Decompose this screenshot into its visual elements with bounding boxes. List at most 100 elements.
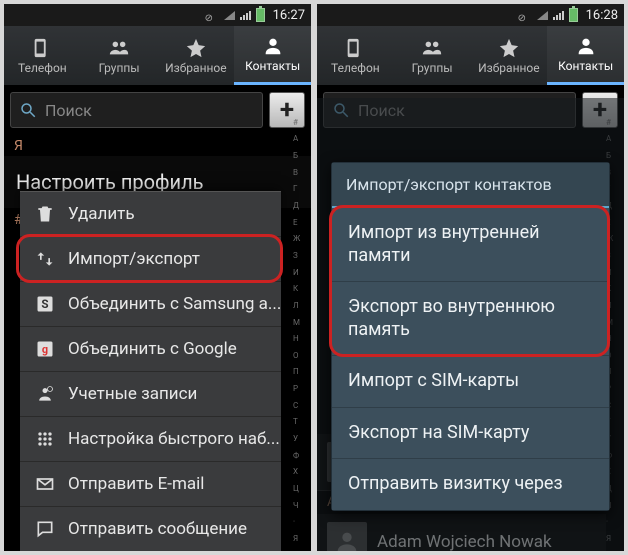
alpha-letter[interactable]: Е bbox=[293, 218, 309, 227]
context-menu: Удалить Импорт/экспорт S Объединить с Samsu… bbox=[20, 191, 281, 551]
alpha-letter[interactable]: Р bbox=[293, 384, 309, 393]
alpha-letter[interactable]: Н bbox=[293, 334, 309, 343]
alpha-letter[interactable]: З bbox=[293, 251, 309, 260]
menu-item-dialpad[interactable]: Настройка быстрого наб... bbox=[20, 417, 281, 462]
tab-favorites[interactable]: Избранное bbox=[471, 26, 548, 85]
tab-favorites[interactable]: Избранное bbox=[158, 26, 235, 85]
battery-icon bbox=[569, 8, 578, 22]
menu-item-label: Учетные записи bbox=[68, 384, 197, 404]
status-bar: 16:27 bbox=[4, 4, 311, 26]
signal-bars-icon bbox=[240, 11, 251, 20]
mail-icon bbox=[34, 473, 56, 495]
menu-item-swap[interactable]: Импорт/экспорт bbox=[20, 237, 281, 282]
status-bar: 16:28 bbox=[317, 4, 624, 26]
alpha-letter[interactable]: П bbox=[293, 367, 309, 376]
alpha-letter[interactable]: С bbox=[293, 401, 309, 410]
trash-icon bbox=[34, 203, 56, 225]
alpha-letter[interactable]: Д bbox=[293, 201, 309, 210]
tab-bar: Телефон Группы Избранное Контакты bbox=[317, 26, 624, 86]
dialog-item[interactable]: Импорт с SIM-карты bbox=[332, 356, 609, 408]
menu-item-label: Отправить E-mail bbox=[68, 474, 204, 494]
menu-item-sms[interactable]: Отправить сообщение bbox=[20, 507, 281, 551]
tab-bar: Телефон Группы Избранное Контакты bbox=[4, 26, 311, 86]
alpha-letter[interactable]: В bbox=[293, 168, 309, 177]
star-icon bbox=[498, 37, 520, 59]
menu-item-mail[interactable]: Отправить E-mail bbox=[20, 462, 281, 507]
dialog-item[interactable]: Отправить визитку через bbox=[332, 459, 609, 510]
alpha-letter[interactable]: Ф bbox=[293, 451, 309, 460]
search-input[interactable]: Поиск bbox=[10, 92, 263, 128]
tab-groups[interactable]: Группы bbox=[394, 26, 471, 85]
signal-tri-icon bbox=[537, 11, 548, 20]
menu-item-label: Настройка быстрого наб... bbox=[68, 429, 280, 449]
signal-tri-icon bbox=[224, 11, 235, 20]
section-label: Я bbox=[4, 134, 311, 156]
menu-item-google[interactable]: g Объединить с Google bbox=[20, 327, 281, 372]
alpha-letter[interactable]: Т bbox=[293, 417, 309, 426]
status-time: 16:27 bbox=[273, 8, 305, 23]
search-icon bbox=[19, 101, 37, 119]
alpha-letter[interactable]: Ц bbox=[293, 484, 309, 493]
dialog-item[interactable]: Экспорт на SIM-карту bbox=[332, 408, 609, 460]
alpha-letter[interactable]: # bbox=[293, 118, 309, 127]
alpha-letter[interactable]: И bbox=[293, 268, 309, 277]
groups-icon bbox=[421, 37, 443, 59]
tab-label: Избранное bbox=[478, 61, 540, 75]
alpha-letter[interactable]: У bbox=[293, 434, 309, 443]
battery-icon bbox=[256, 8, 265, 22]
tab-phone[interactable]: Телефон bbox=[4, 26, 81, 85]
alpha-letter[interactable]: А bbox=[293, 134, 309, 143]
tab-label: Избранное bbox=[165, 61, 227, 75]
alpha-letter[interactable]: Я bbox=[293, 534, 309, 543]
tab-phone[interactable]: Телефон bbox=[317, 26, 394, 85]
svg-text:g: g bbox=[42, 343, 48, 356]
alpha-letter[interactable]: Б bbox=[293, 151, 309, 160]
tab-contacts[interactable]: Контакты bbox=[234, 26, 311, 85]
menu-item-samsung[interactable]: S Объединить с Samsung a... bbox=[20, 282, 281, 327]
status-icons bbox=[518, 8, 578, 22]
groups-icon bbox=[108, 37, 130, 59]
tab-label: Телефон bbox=[18, 61, 67, 75]
alpha-index[interactable]: # АБВГДЕЖЗИКЛМНОПРСТУФХЦЧ · Я bbox=[293, 114, 309, 547]
samsung-icon: S bbox=[34, 293, 56, 315]
alpha-letter[interactable]: Г bbox=[293, 184, 309, 193]
tab-label: Телефон bbox=[331, 61, 380, 75]
alpha-letter[interactable]: М bbox=[293, 318, 309, 327]
tab-label: Группы bbox=[99, 61, 140, 75]
tab-label: Группы bbox=[412, 61, 453, 75]
menu-item-label: Импорт/экспорт bbox=[68, 249, 200, 269]
dialog-item[interactable]: Импорт из внутренней памяти bbox=[332, 208, 609, 282]
menu-item-label: Объединить с Google bbox=[68, 339, 237, 359]
phone-icon bbox=[31, 37, 53, 59]
menu-item-trash[interactable]: Удалить bbox=[20, 192, 281, 237]
phone-left: 16:27 Телефон Группы Избранное Контакты … bbox=[4, 4, 311, 551]
tab-label: Контакты bbox=[558, 59, 613, 73]
mute-icon bbox=[205, 10, 219, 20]
alpha-letter[interactable]: О bbox=[293, 351, 309, 360]
phone-icon bbox=[344, 37, 366, 59]
menu-item-accounts[interactable]: Учетные записи bbox=[20, 372, 281, 417]
alpha-letter[interactable]: К bbox=[293, 284, 309, 293]
tab-label: Контакты bbox=[245, 59, 300, 73]
search-placeholder: Поиск bbox=[45, 101, 92, 120]
sms-icon bbox=[34, 518, 56, 540]
person-icon bbox=[575, 35, 597, 57]
dialpad-icon bbox=[34, 428, 56, 450]
tab-contacts[interactable]: Контакты bbox=[547, 26, 624, 85]
dialog-item[interactable]: Экспорт во внутреннюю память bbox=[332, 282, 609, 356]
alpha-letter[interactable]: · bbox=[293, 517, 309, 526]
alpha-letter[interactable]: Л bbox=[293, 301, 309, 310]
alpha-letter[interactable]: Х bbox=[293, 467, 309, 476]
alpha-letter[interactable]: Ж bbox=[293, 234, 309, 243]
menu-item-label: Объединить с Samsung a... bbox=[68, 294, 281, 314]
svg-text:S: S bbox=[41, 297, 48, 311]
status-time: 16:28 bbox=[586, 8, 618, 23]
menu-item-label: Удалить bbox=[68, 204, 135, 224]
accounts-icon bbox=[34, 383, 56, 405]
import-export-dialog: Импорт/экспорт контактов Импорт из внутр… bbox=[331, 162, 610, 511]
menu-item-label: Отправить сообщение bbox=[68, 519, 247, 539]
alpha-letter[interactable]: Ч bbox=[293, 501, 309, 510]
google-icon: g bbox=[34, 338, 56, 360]
dialog-title: Импорт/экспорт контактов bbox=[332, 163, 609, 208]
tab-groups[interactable]: Группы bbox=[81, 26, 158, 85]
